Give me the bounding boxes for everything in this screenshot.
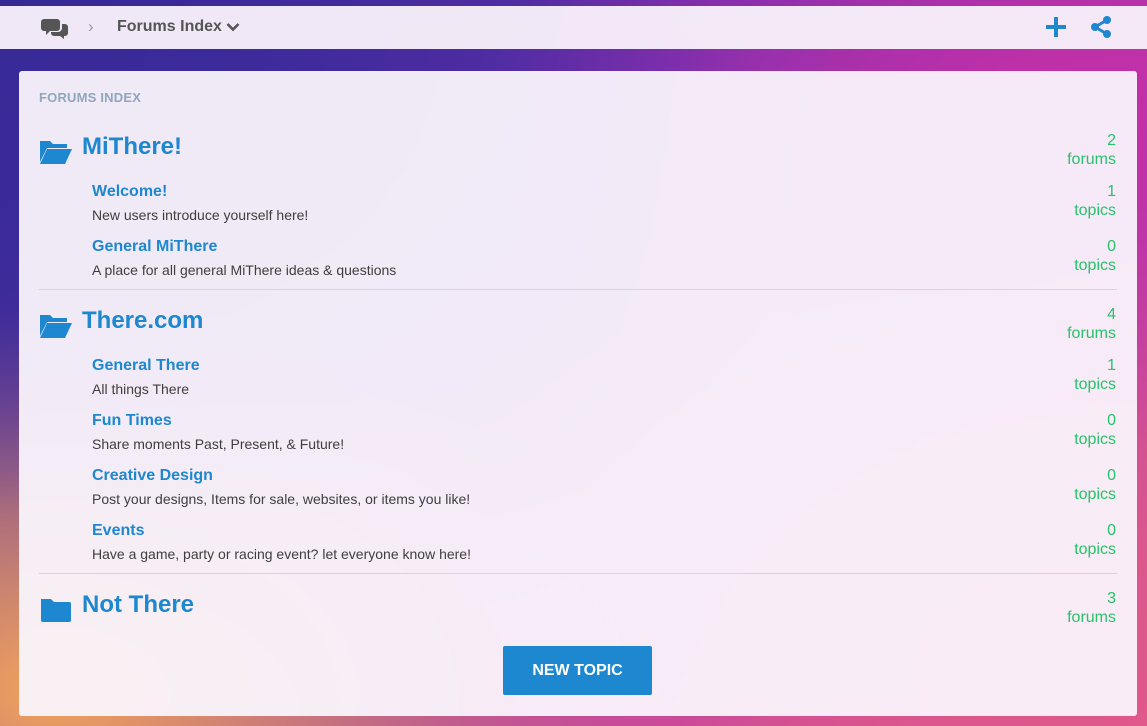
forum-description: New users introduce yourself here! [92, 207, 309, 223]
forum-description: All things There [92, 381, 190, 397]
category-title[interactable]: MiThere! [82, 133, 182, 161]
breadcrumb-forums-index[interactable]: Forums Index [117, 17, 240, 37]
forum-title[interactable]: Events [92, 522, 144, 540]
breadcrumb-label: Forums Index [117, 18, 222, 35]
top-bar: › Forums Index [0, 6, 1147, 49]
share-icon[interactable] [1089, 15, 1113, 39]
forum-count: 1 topics [1074, 183, 1116, 219]
forum-count: 0 topics [1074, 522, 1116, 558]
forums-panel: FORUMS INDEX MiThere! 2 forums Welcome! N… [19, 71, 1137, 716]
category-count: 4 forums [1067, 306, 1116, 342]
forum-count: 1 topics [1074, 357, 1116, 393]
forum-description: A place for all general MiThere ideas & … [92, 262, 397, 278]
panel-title: FORUMS INDEX [39, 90, 142, 105]
chat-bubbles-icon[interactable] [41, 17, 69, 39]
category-count: 3 forums [1067, 590, 1116, 626]
chevron-down-icon [226, 23, 240, 32]
category-title[interactable]: There.com [82, 307, 203, 335]
new-topic-button[interactable]: NEW TOPIC [503, 646, 652, 695]
category-title[interactable]: Not There [82, 591, 194, 619]
chevron-right-icon: › [88, 17, 94, 36]
forum-count: 0 topics [1074, 238, 1116, 274]
forum-title[interactable]: General MiThere [92, 238, 217, 256]
folder-open-icon [40, 141, 72, 164]
forum-title[interactable]: Fun Times [92, 412, 172, 430]
folder-closed-icon [41, 599, 71, 622]
forum-description: Share moments Past, Present, & Future! [92, 436, 345, 452]
forum-count: 0 topics [1074, 467, 1116, 503]
plus-icon[interactable] [1045, 16, 1067, 38]
forum-title[interactable]: Welcome! [92, 183, 167, 201]
forum-count: 0 topics [1074, 412, 1116, 448]
category-count: 2 forums [1067, 132, 1116, 168]
forum-title[interactable]: Creative Design [92, 467, 213, 485]
forum-title[interactable]: General There [92, 357, 200, 375]
folder-open-icon [40, 315, 72, 338]
divider [39, 573, 1117, 574]
divider [39, 289, 1117, 290]
forum-description: Post your designs, Items for sale, websi… [92, 491, 471, 507]
forum-description: Have a game, party or racing event? let … [92, 546, 471, 562]
